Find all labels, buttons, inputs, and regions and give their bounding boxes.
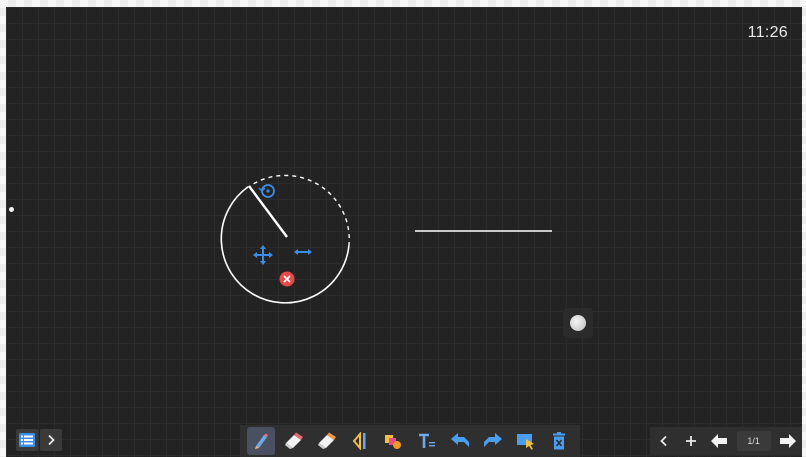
add-page-button[interactable] bbox=[681, 429, 701, 453]
drawing-layer bbox=[220, 174, 552, 304]
eraser-alt-icon bbox=[317, 432, 336, 449]
menu-button[interactable] bbox=[16, 429, 38, 451]
prev-board-button[interactable] bbox=[654, 429, 674, 453]
redo-button[interactable] bbox=[479, 427, 507, 455]
left-toolbar-group bbox=[16, 429, 62, 453]
next-page-button[interactable] bbox=[778, 429, 798, 453]
undo-button[interactable] bbox=[446, 427, 474, 455]
clear-button[interactable] bbox=[545, 427, 573, 455]
eraser-icon bbox=[284, 432, 303, 449]
select-icon bbox=[517, 434, 535, 450]
prev-page-button[interactable] bbox=[709, 429, 729, 453]
text-icon bbox=[418, 433, 435, 448]
floating-menu-button[interactable] bbox=[563, 308, 593, 338]
eraser-alt-button[interactable] bbox=[313, 427, 341, 455]
drawing-tools bbox=[240, 425, 580, 457]
text-button[interactable] bbox=[413, 427, 441, 455]
prev-page-icon bbox=[710, 434, 727, 448]
next-page-icon bbox=[780, 434, 797, 448]
menu-icon bbox=[19, 433, 35, 447]
pen-icon bbox=[254, 433, 268, 449]
pen-button[interactable] bbox=[246, 427, 275, 455]
resize-icon[interactable] bbox=[294, 249, 312, 255]
plus-icon bbox=[686, 436, 697, 446]
compass-ruler-icon bbox=[352, 432, 366, 450]
page-indicator: 1/1 bbox=[736, 431, 771, 451]
floating-menu-knob bbox=[570, 315, 586, 331]
trash-icon bbox=[553, 432, 566, 450]
eraser-button[interactable] bbox=[280, 427, 308, 455]
shapes-button[interactable] bbox=[379, 427, 407, 455]
shapes-icon bbox=[385, 435, 402, 449]
move-icon[interactable] bbox=[253, 245, 273, 265]
select-button[interactable] bbox=[512, 427, 540, 455]
page-controls: 1/1 bbox=[650, 427, 802, 455]
whiteboard-canvas[interactable]: 11:26 1/1 bbox=[6, 7, 802, 457]
redo-icon bbox=[483, 433, 502, 447]
compass-radius-line bbox=[248, 185, 288, 238]
expand-button[interactable] bbox=[40, 429, 62, 451]
undo-icon bbox=[450, 433, 469, 447]
chevron-left-icon bbox=[660, 435, 667, 447]
chevron-right-icon bbox=[48, 434, 55, 446]
rotate-icon[interactable] bbox=[258, 184, 275, 198]
delete-icon[interactable] bbox=[279, 271, 295, 287]
bottom-toolbar: 1/1 bbox=[6, 425, 802, 457]
compass-ruler-button[interactable] bbox=[346, 427, 374, 455]
